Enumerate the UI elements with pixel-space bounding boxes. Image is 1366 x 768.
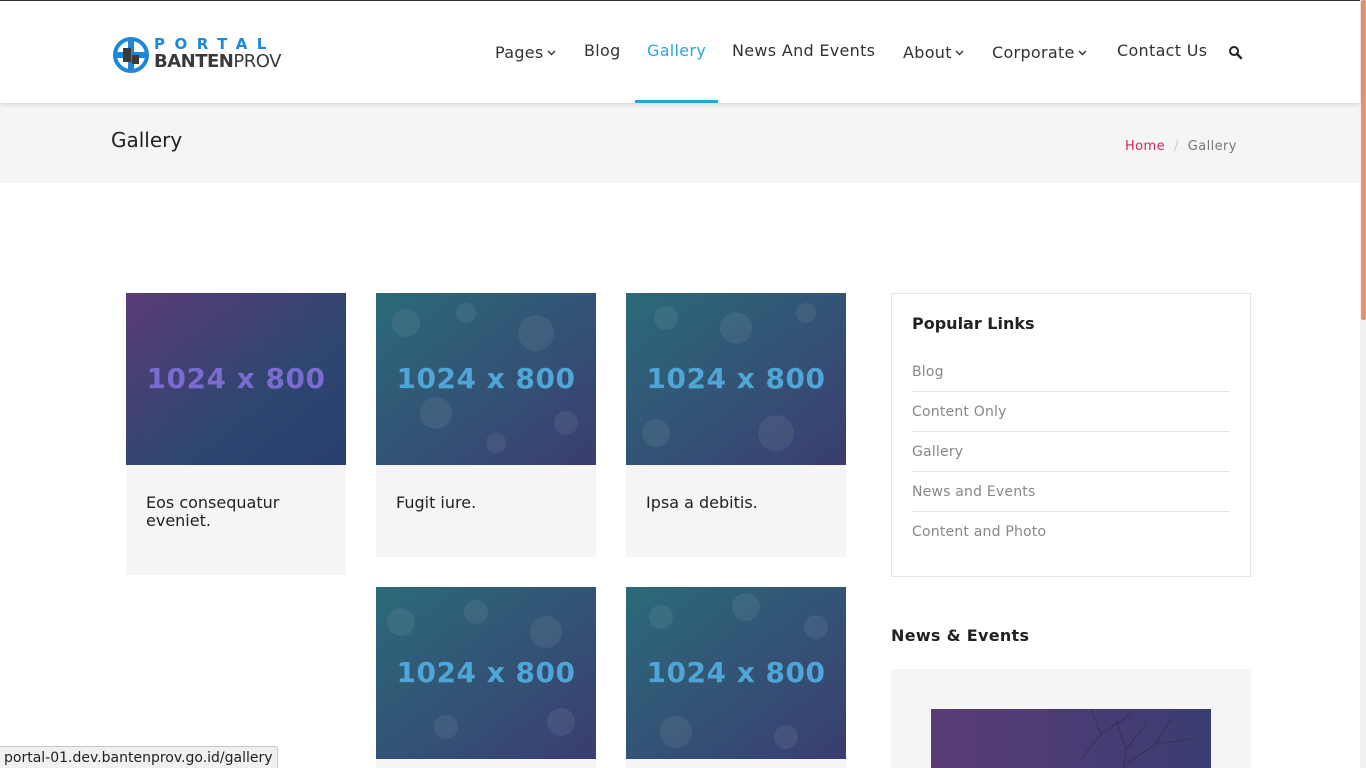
- chevron-down-icon: [1078, 41, 1087, 60]
- logo-text-portal: PORTAL: [154, 35, 276, 53]
- nav-blog[interactable]: Blog: [584, 41, 621, 60]
- nav-about[interactable]: About: [903, 41, 964, 62]
- gallery-card-caption[interactable]: Ipsa a debitis.: [626, 465, 846, 512]
- gallery-card[interactable]: 1024 x 800 Fugit iure.: [376, 293, 596, 557]
- thumbnail-placeholder-text: 1024 x 800: [396, 362, 576, 395]
- popular-link-blog[interactable]: Blog: [912, 352, 1230, 392]
- page-title: Gallery: [111, 128, 183, 152]
- gallery-card[interactable]: 1024 x 800 Eos consequatur eveniet.: [126, 293, 346, 575]
- news-events-widget: [891, 669, 1251, 768]
- gallery-card[interactable]: 1024 x 800: [376, 587, 596, 768]
- news-events-title: News & Events: [891, 626, 1030, 645]
- gallery-card-caption[interactable]: Eos consequatur eveniet.: [126, 465, 346, 530]
- gallery-thumbnail[interactable]: 1024 x 800: [126, 293, 346, 465]
- breadcrumb: Home / Gallery: [1125, 139, 1237, 154]
- nav-contact-us[interactable]: Contact Us: [1117, 41, 1207, 60]
- chevron-down-icon: [955, 41, 964, 60]
- popular-links-list: Blog Content Only Gallery News and Event…: [912, 352, 1230, 552]
- gallery-thumbnail[interactable]: 1024 x 800: [376, 293, 596, 465]
- gallery-card[interactable]: 1024 x 800 Ipsa a debitis.: [626, 293, 846, 557]
- nav-gallery[interactable]: Gallery: [647, 41, 706, 60]
- logo-emblem-icon: [113, 37, 149, 73]
- popular-link-news-and-events[interactable]: News and Events: [912, 472, 1230, 512]
- gallery-thumbnail[interactable]: 1024 x 800: [626, 293, 846, 465]
- thumbnail-placeholder-text: 1024 x 800: [146, 362, 326, 395]
- gallery-thumbnail[interactable]: 1024 x 800: [626, 587, 846, 759]
- browser-status-url: portal-01.dev.bantenprov.go.id/gallery: [0, 746, 278, 768]
- popular-link-gallery[interactable]: Gallery: [912, 432, 1230, 472]
- thumbnail-placeholder-text: 1024 x 800: [646, 656, 826, 689]
- search-icon[interactable]: [1228, 45, 1244, 61]
- breadcrumb-separator: /: [1174, 139, 1179, 154]
- popular-links-title: Popular Links: [912, 314, 1035, 333]
- nav-pages[interactable]: Pages: [495, 41, 556, 62]
- breadcrumb-current: Gallery: [1187, 139, 1237, 154]
- gallery-card[interactable]: 1024 x 800: [626, 587, 846, 768]
- logo-text-bantenprov: BANTENPROV: [154, 51, 281, 72]
- site-header: PORTAL BANTENPROV Pages Blog Gallery New…: [0, 0, 1360, 103]
- chevron-down-icon: [547, 41, 556, 60]
- popular-links-widget: Popular Links Blog Content Only Gallery …: [891, 293, 1251, 577]
- thumbnail-placeholder-text: 1024 x 800: [646, 362, 826, 395]
- scrollbar-thumb[interactable]: [1361, 0, 1366, 320]
- nav-corporate[interactable]: Corporate: [992, 41, 1087, 62]
- popular-link-content-and-photo[interactable]: Content and Photo: [912, 512, 1230, 552]
- popular-link-content-only[interactable]: Content Only: [912, 392, 1230, 432]
- thumbnail-placeholder-text: 1024 x 800: [396, 656, 576, 689]
- site-logo[interactable]: PORTAL BANTENPROV: [113, 35, 281, 74]
- gallery-card-caption[interactable]: Fugit iure.: [376, 465, 596, 512]
- nav-news-and-events[interactable]: News And Events: [732, 41, 875, 60]
- nav-active-indicator: [635, 100, 718, 103]
- breadcrumb-home-link[interactable]: Home: [1125, 139, 1165, 154]
- gallery-thumbnail[interactable]: 1024 x 800: [376, 587, 596, 759]
- news-thumbnail[interactable]: [931, 709, 1211, 768]
